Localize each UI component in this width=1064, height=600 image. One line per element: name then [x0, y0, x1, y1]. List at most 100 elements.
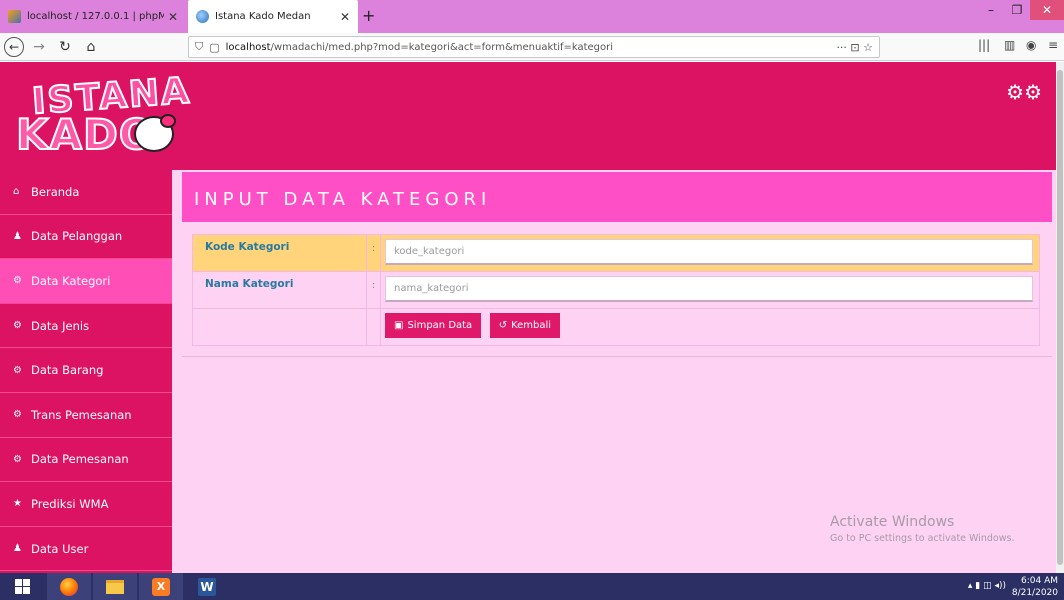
kode-kategori-cell — [380, 234, 1040, 272]
page-scrollbar[interactable] — [1056, 62, 1064, 573]
sidebar-item-label: Data Pelanggan — [31, 229, 123, 244]
sidebar-item-data-jenis[interactable]: ⚙ Data Jenis — [0, 304, 172, 349]
sidebar-item-data-pelanggan[interactable]: ♟ Data Pelanggan — [0, 215, 172, 260]
nama-kategori-label: Nama Kategori — [192, 271, 367, 309]
user-icon: ♟ — [13, 543, 22, 555]
account-icon[interactable]: ◉ — [1026, 38, 1036, 52]
maximize-icon[interactable]: ❐ — [1003, 0, 1031, 20]
windows-taskbar: X W ▴ ▮ ◫ ◂)) 6:04 AM 8/21/2020 — [0, 573, 1064, 600]
word-icon: W — [198, 577, 216, 596]
firefox-icon — [60, 577, 78, 596]
url-host: localhost — [225, 41, 271, 53]
taskbar-clock[interactable]: 6:04 AM 8/21/2020 — [1012, 575, 1058, 599]
sidebar-item-beranda[interactable]: ⌂ Beranda — [0, 170, 172, 215]
tab-title: localhost / 127.0.0.1 | phpMyAd — [27, 11, 164, 22]
activate-windows-title: Activate Windows — [830, 514, 955, 530]
kembali-button[interactable]: ↺ Kembali — [489, 313, 561, 338]
gears-icon: ⚙ — [13, 275, 22, 287]
sidebar-item-data-barang[interactable]: ⚙ Data Barang — [0, 348, 172, 393]
empty-separator-cell — [366, 308, 381, 346]
taskbar-firefox[interactable] — [47, 573, 91, 600]
address-bar[interactable]: ⛉ ▢ localhost/wmadachi/med.php?mod=kateg… — [188, 36, 880, 58]
field-separator: : — [366, 234, 381, 272]
gears-icon: ⚙ — [13, 453, 22, 465]
sidebar-item-label: Beranda — [31, 184, 80, 199]
sidebar-item-prediksi-wma[interactable]: ★ Prediksi WMA — [0, 482, 172, 527]
back-arrow-icon[interactable]: ← — [4, 37, 24, 57]
sidebar-item-label: Data User — [31, 541, 89, 556]
clock-date: 8/21/2020 — [1011, 588, 1058, 598]
clock-time: 6:04 AM — [1021, 576, 1058, 586]
page-title: INPUT DATA KATEGORI — [194, 189, 492, 210]
reload-icon[interactable]: ↻ — [54, 37, 76, 57]
gears-icon: ⚙ — [13, 364, 22, 376]
sidebar-item-label: Data Kategori — [31, 273, 111, 288]
forward-arrow-icon[interactable]: → — [28, 37, 50, 57]
xampp-icon: X — [152, 577, 170, 596]
tab-phpmyadmin[interactable]: localhost / 127.0.0.1 | phpMyAd ✕ — [0, 0, 186, 33]
home-icon[interactable]: ⌂ — [80, 37, 102, 57]
activate-windows-subtitle: Go to PC settings to activate Windows. — [830, 533, 1015, 544]
hello-kitty-icon — [134, 114, 176, 152]
gears-icon: ⚙ — [13, 320, 22, 332]
shield-icon[interactable]: ⛉ — [195, 40, 203, 54]
simpan-data-label: Simpan Data — [407, 320, 473, 331]
phpmyadmin-favicon-icon — [8, 10, 21, 23]
home-icon: ⌂ — [13, 186, 20, 198]
close-tab-icon[interactable]: ✕ — [168, 10, 178, 24]
kategori-form: Kode Kategori : Nama Kategori : ▣ Simpan… — [192, 234, 1040, 346]
url-path: /wmadachi/med.php?mod=kategori&act=form&… — [270, 41, 614, 53]
star-icon: ★ — [13, 498, 22, 510]
kode-kategori-label: Kode Kategori — [192, 234, 367, 272]
page-heading-bar: INPUT DATA KATEGORI — [182, 172, 1052, 222]
taskbar-word[interactable]: W — [185, 573, 229, 600]
sidebar-menu: ⌂ Beranda ♟ Data Pelanggan ⚙ Data Katego… — [0, 170, 172, 573]
library-icon[interactable]: ||| — [978, 38, 990, 52]
kembali-label: Kembali — [511, 320, 552, 331]
settings-gears-icon[interactable]: ⚙⚙ — [1006, 80, 1042, 104]
form-row-kode: Kode Kategori : — [192, 234, 1040, 272]
nama-kategori-cell — [380, 271, 1040, 309]
url-text[interactable]: localhost/wmadachi/med.php?mod=kategori&… — [226, 42, 829, 53]
new-tab-icon[interactable]: + — [362, 6, 375, 25]
sidebar-item-data-kategori[interactable]: ⚙ Data Kategori — [0, 259, 172, 304]
field-separator: : — [366, 271, 381, 309]
empty-label-cell — [192, 308, 367, 346]
sidebar-toggle-icon[interactable]: ▥ — [1004, 38, 1015, 52]
istana-kado-logo[interactable]: ISTANA KADO — [15, 70, 193, 160]
sidebar-item-label: Prediksi WMA — [31, 496, 109, 511]
nama-kategori-input[interactable] — [385, 276, 1033, 302]
main-content: INPUT DATA KATEGORI Kode Kategori : Nama… — [172, 170, 1056, 573]
content-divider — [182, 356, 1052, 357]
sidebar-item-label: Data Jenis — [31, 318, 90, 333]
activate-windows-watermark: Activate Windows Go to PC settings to ac… — [830, 514, 1014, 544]
taskbar-file-explorer[interactable] — [93, 573, 137, 600]
page-info-icon[interactable]: ▢ — [209, 41, 219, 54]
sidebar-item-data-pemesanan[interactable]: ⚙ Data Pemesanan — [0, 438, 172, 483]
close-window-icon[interactable]: ✕ — [1030, 0, 1064, 20]
taskbar-xampp[interactable]: X — [139, 573, 183, 600]
simpan-data-button[interactable]: ▣ Simpan Data — [385, 313, 482, 338]
sidebar-item-trans-pemesanan[interactable]: ⚙ Trans Pemesanan — [0, 393, 172, 438]
form-row-nama: Nama Kategori : — [192, 271, 1040, 309]
sidebar-item-label: Data Barang — [31, 363, 104, 378]
floppy-disk-icon: ▣ — [394, 320, 404, 331]
kode-kategori-input[interactable] — [385, 239, 1033, 265]
start-button[interactable] — [0, 573, 44, 600]
windows-logo-icon — [14, 579, 30, 594]
system-tray-icons[interactable]: ▴ ▮ ◫ ◂)) — [968, 581, 1006, 591]
file-explorer-icon — [106, 579, 124, 594]
page-actions-icons[interactable]: ··· ⊡ ☆ — [836, 41, 873, 54]
tab-title: Istana Kado Medan — [215, 11, 311, 22]
browser-tab-strip: localhost / 127.0.0.1 | phpMyAd ✕ Istana… — [0, 0, 1064, 33]
globe-favicon-icon — [196, 10, 209, 23]
tab-istana-kado[interactable]: Istana Kado Medan ✕ — [188, 0, 358, 33]
scrollbar-thumb[interactable] — [1057, 70, 1063, 565]
menu-hamburger-icon[interactable]: ≡ — [1048, 38, 1058, 52]
sidebar-item-data-user[interactable]: ♟ Data User — [0, 527, 172, 572]
form-row-actions: ▣ Simpan Data ↺ Kembali — [192, 308, 1040, 346]
user-icon: ♟ — [13, 230, 22, 242]
close-tab-icon[interactable]: ✕ — [340, 10, 350, 24]
sidebar-item-label: Trans Pemesanan — [31, 407, 132, 422]
minimize-icon[interactable]: – — [977, 0, 1005, 20]
